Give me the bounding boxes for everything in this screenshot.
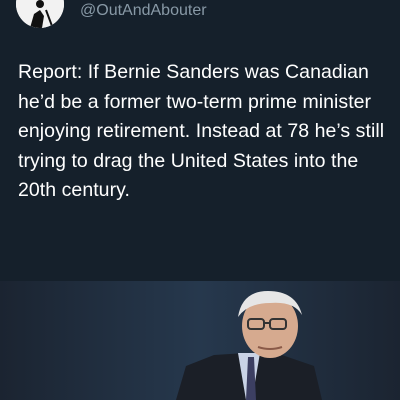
tweet-photo[interactable]	[0, 281, 400, 400]
photo-image	[0, 281, 400, 400]
user-handle[interactable]: @OutAndAbouter	[80, 0, 207, 22]
avatar[interactable]	[16, 0, 64, 28]
tweet-text: Report: If Bernie Sanders was Canadian h…	[18, 61, 385, 201]
tweet-header: @OutAndAbouter	[0, 0, 400, 40]
avatar-hiker-icon	[16, 0, 64, 28]
